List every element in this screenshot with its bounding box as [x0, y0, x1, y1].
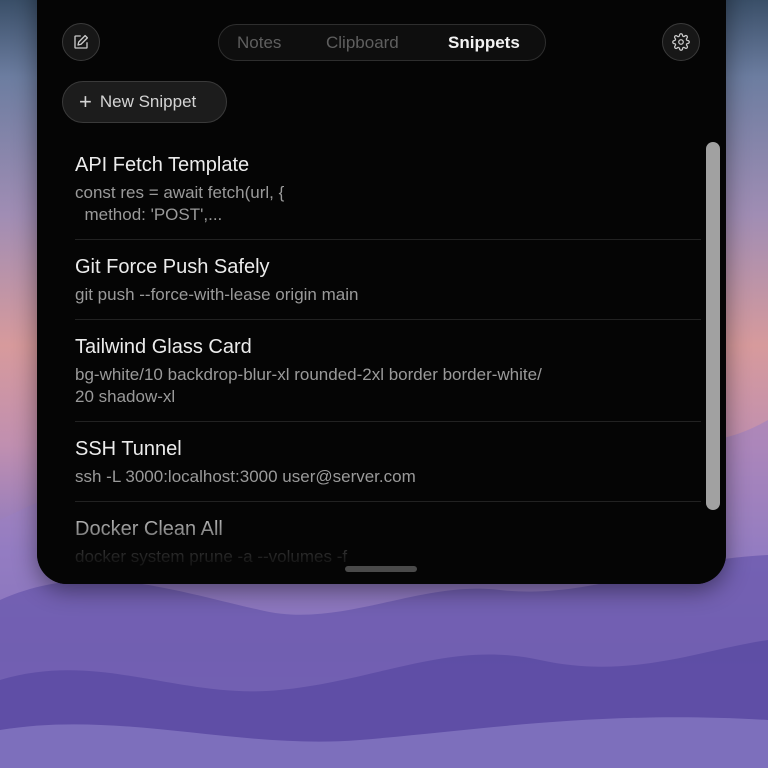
list-item[interactable]: Git Force Push Safely git push --force-w…	[75, 240, 701, 320]
gear-icon	[672, 33, 690, 51]
snippet-title: API Fetch Template	[75, 154, 250, 176]
list-item[interactable]: API Fetch Template const res = await fet…	[75, 138, 701, 240]
snippets-panel: Notes Clipboard Snippets + New Snippet A…	[37, 0, 726, 584]
snippet-title: Tailwind Glass Card	[75, 336, 252, 358]
tab-clipboard[interactable]: Clipboard	[326, 25, 399, 60]
list-item[interactable]: SSH Tunnel ssh -L 3000:localhost:3000 us…	[75, 422, 701, 502]
snippet-preview: git push --force-with-lease origin main	[75, 285, 359, 304]
new-snippet-label: New Snippet	[99, 92, 197, 111]
plus-icon: +	[79, 89, 92, 114]
resize-grabber[interactable]	[345, 566, 417, 572]
snippet-title: SSH Tunnel	[75, 438, 182, 460]
new-snippet-button[interactable]: + New Snippet	[62, 81, 227, 123]
snippet-list: API Fetch Template const res = await fet…	[75, 138, 701, 582]
tab-notes[interactable]: Notes	[237, 25, 281, 60]
snippet-preview: bg-white/10 backdrop-blur-xl rounded-2xl…	[75, 365, 542, 406]
snippet-title: Docker Clean All	[75, 518, 223, 540]
scrollbar-thumb[interactable]	[706, 142, 720, 510]
tab-snippets[interactable]: Snippets	[448, 25, 520, 60]
settings-button[interactable]	[662, 23, 700, 61]
list-item[interactable]: Tailwind Glass Card bg-white/10 backdrop…	[75, 320, 701, 422]
snippet-preview: docker system prune -a --volumes -f	[75, 547, 348, 566]
snippet-title: Git Force Push Safely	[75, 256, 270, 278]
compose-icon	[74, 34, 89, 49]
view-tabs: Notes Clipboard Snippets	[218, 24, 546, 61]
snippet-preview: ssh -L 3000:localhost:3000 user@server.c…	[75, 467, 416, 486]
compose-button[interactable]	[62, 23, 100, 61]
snippet-preview: const res = await fetch(url, { method: '…	[75, 183, 285, 224]
